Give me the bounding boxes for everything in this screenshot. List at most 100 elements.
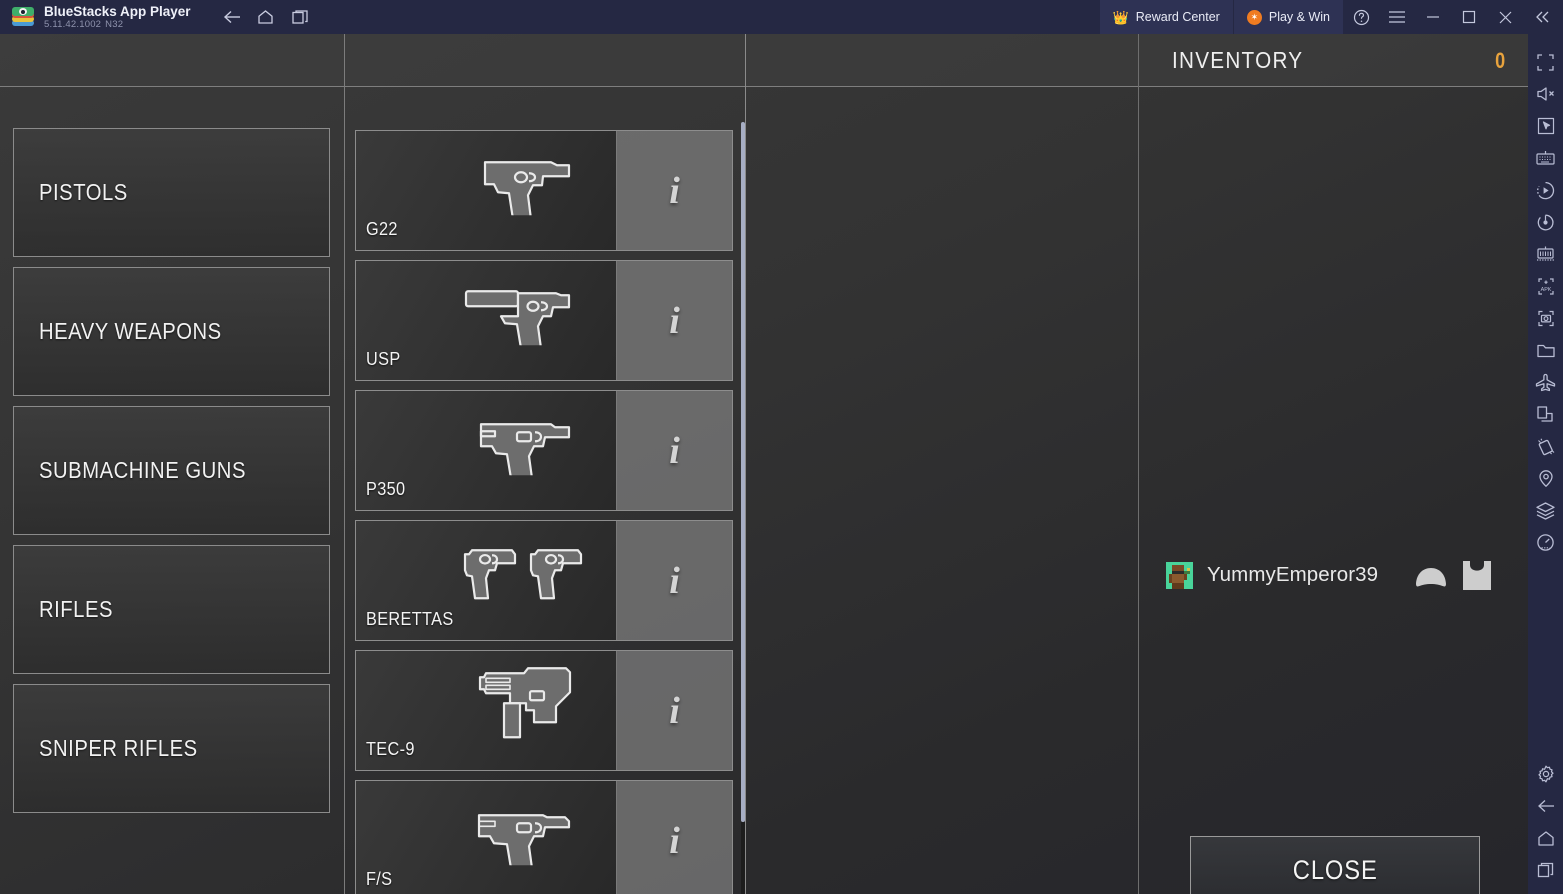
weapon-name: P350	[366, 478, 406, 499]
close-button[interactable]: CLOSE	[1190, 836, 1480, 894]
cursor-icon[interactable]	[1528, 110, 1563, 142]
weapon-item-g22[interactable]: G22 i	[355, 130, 733, 251]
weapon-info-button[interactable]: i	[616, 261, 732, 380]
settings-gear-icon[interactable]	[1528, 758, 1563, 790]
performance-icon[interactable]	[1528, 526, 1563, 558]
pistol-compact-icon	[452, 142, 602, 226]
weapon-list-scrollbar[interactable]	[741, 122, 745, 822]
multi-instance-icon[interactable]	[1528, 238, 1563, 270]
play-and-win-button[interactable]: ✶ Play & Win	[1233, 0, 1343, 34]
location-icon[interactable]	[1528, 462, 1563, 494]
category-item-submachine-guns[interactable]: SUBMACHINE GUNS	[13, 406, 330, 535]
crown-icon: 👑	[1112, 9, 1129, 25]
weapon-info-button[interactable]: i	[616, 131, 732, 250]
player-name: YummyEmperor39	[1207, 563, 1379, 586]
game-screen: PISTOLS HEAVY WEAPONS SUBMACHINE GUNS RI…	[0, 34, 1528, 894]
info-icon: i	[669, 559, 680, 602]
category-label: RIFLES	[39, 596, 114, 622]
category-item-heavy-weapons[interactable]: HEAVY WEAPONS	[13, 267, 330, 396]
weapon-name: BERETTAS	[366, 608, 454, 629]
pistol-standard-icon	[452, 402, 602, 486]
install-apk-icon[interactable]: APK	[1528, 270, 1563, 302]
info-icon: i	[669, 429, 680, 472]
category-label: SUBMACHINE GUNS	[39, 457, 246, 483]
category-label: HEAVY WEAPONS	[39, 318, 222, 344]
info-icon: i	[669, 169, 680, 212]
svg-text:APK: APK	[1540, 287, 1551, 293]
weapon-item-body: BERETTAS	[356, 521, 616, 640]
layers-icon[interactable]	[1528, 494, 1563, 526]
weapon-info-button[interactable]: i	[616, 521, 732, 640]
menu-icon[interactable]	[1379, 0, 1415, 34]
close-label: CLOSE	[1292, 854, 1378, 885]
app-title: BlueStacks App Player	[44, 3, 191, 19]
app-title-group: BlueStacks App Player 5.11.42.1002 N32	[44, 4, 191, 31]
gear-slots	[1414, 560, 1494, 591]
macro-play-icon[interactable]	[1528, 174, 1563, 206]
category-item-rifles[interactable]: RIFLES	[13, 545, 330, 674]
instance-name: N32	[105, 18, 124, 30]
recents-button[interactable]	[283, 0, 317, 34]
home-button[interactable]	[249, 0, 283, 34]
weapon-name: TEC-9	[366, 738, 415, 759]
weapon-info-button[interactable]: i	[616, 651, 732, 770]
machine-pistol-icon	[452, 662, 602, 746]
collapse-icon[interactable]	[1523, 0, 1563, 34]
category-item-pistols[interactable]: PISTOLS	[13, 128, 330, 257]
category-list: PISTOLS HEAVY WEAPONS SUBMACHINE GUNS RI…	[0, 87, 344, 894]
player-row[interactable]: YummyEmperor39	[1138, 553, 1528, 597]
weapon-name: G22	[366, 218, 398, 239]
weapon-item-fs[interactable]: F/S i	[355, 780, 733, 894]
weapon-item-tec9[interactable]: TEC-9 i	[355, 650, 733, 771]
category-label: PISTOLS	[39, 179, 128, 205]
weapon-item-p350[interactable]: P350 i	[355, 390, 733, 511]
weapon-list-viewport: G22 i USP i P350 i BERETTAS i TEC-9 i F/…	[355, 87, 740, 894]
back-button[interactable]	[215, 0, 249, 34]
titlebar-actions: 👑 Reward Center ✶ Play & Win	[1099, 0, 1563, 34]
shake-icon[interactable]	[1528, 430, 1563, 462]
inventory-body: YummyEmperor39 CLOSE	[1138, 87, 1528, 894]
mute-icon[interactable]	[1528, 78, 1563, 110]
inventory-count: 0	[1494, 47, 1505, 73]
weapon-item-usp[interactable]: USP i	[355, 260, 733, 381]
category-divider	[344, 34, 345, 894]
weapon-item-body: F/S	[356, 781, 616, 894]
back-arrow-icon[interactable]	[1528, 790, 1563, 822]
weapon-list-scrollbar-track[interactable]	[741, 822, 745, 894]
sidebar-bottom-group	[1528, 758, 1563, 894]
weapon-item-body: TEC-9	[356, 651, 616, 770]
app-version: 5.11.42.1002 N32	[44, 19, 191, 31]
resize-icon[interactable]	[1528, 398, 1563, 430]
weapon-info-button[interactable]: i	[616, 781, 732, 894]
weapon-item-berettas[interactable]: BERETTAS i	[355, 520, 733, 641]
category-item-sniper-rifles[interactable]: SNIPER RIFLES	[13, 684, 330, 813]
weapon-item-body: P350	[356, 391, 616, 510]
rotate-icon[interactable]	[1528, 206, 1563, 238]
helmet-icon	[1416, 567, 1446, 587]
maximize-icon[interactable]	[1451, 0, 1487, 34]
help-icon[interactable]	[1343, 0, 1379, 34]
inventory-title: INVENTORY	[1172, 47, 1304, 73]
home-icon[interactable]	[1528, 822, 1563, 854]
minimize-icon[interactable]	[1415, 0, 1451, 34]
pistol-fiveseven-icon	[452, 792, 602, 876]
inventory-header: INVENTORY 0	[1138, 34, 1528, 87]
category-label: SNIPER RIFLES	[39, 735, 198, 761]
keyboard-controls-icon[interactable]	[1528, 142, 1563, 174]
avatar	[1166, 561, 1193, 589]
weapon-list: G22 i USP i P350 i BERETTAS i TEC-9 i F/…	[355, 130, 733, 894]
weapon-name: F/S	[366, 868, 393, 889]
star-badge-icon: ✶	[1246, 9, 1262, 25]
reward-center-button[interactable]: 👑 Reward Center	[1099, 0, 1233, 34]
titlebar: BlueStacks App Player 5.11.42.1002 N32 👑 …	[0, 0, 1563, 34]
weapon-info-button[interactable]: i	[616, 391, 732, 510]
weapon-name: USP	[366, 348, 401, 369]
pistol-silenced-icon	[452, 272, 602, 356]
fullscreen-icon[interactable]	[1528, 46, 1563, 78]
airplane-mode-icon[interactable]	[1528, 366, 1563, 398]
media-folder-icon[interactable]	[1528, 334, 1563, 366]
titlebar-nav-group	[215, 0, 317, 34]
recents-icon[interactable]	[1528, 854, 1563, 886]
close-icon[interactable]	[1487, 0, 1523, 34]
screenshot-icon[interactable]	[1528, 302, 1563, 334]
